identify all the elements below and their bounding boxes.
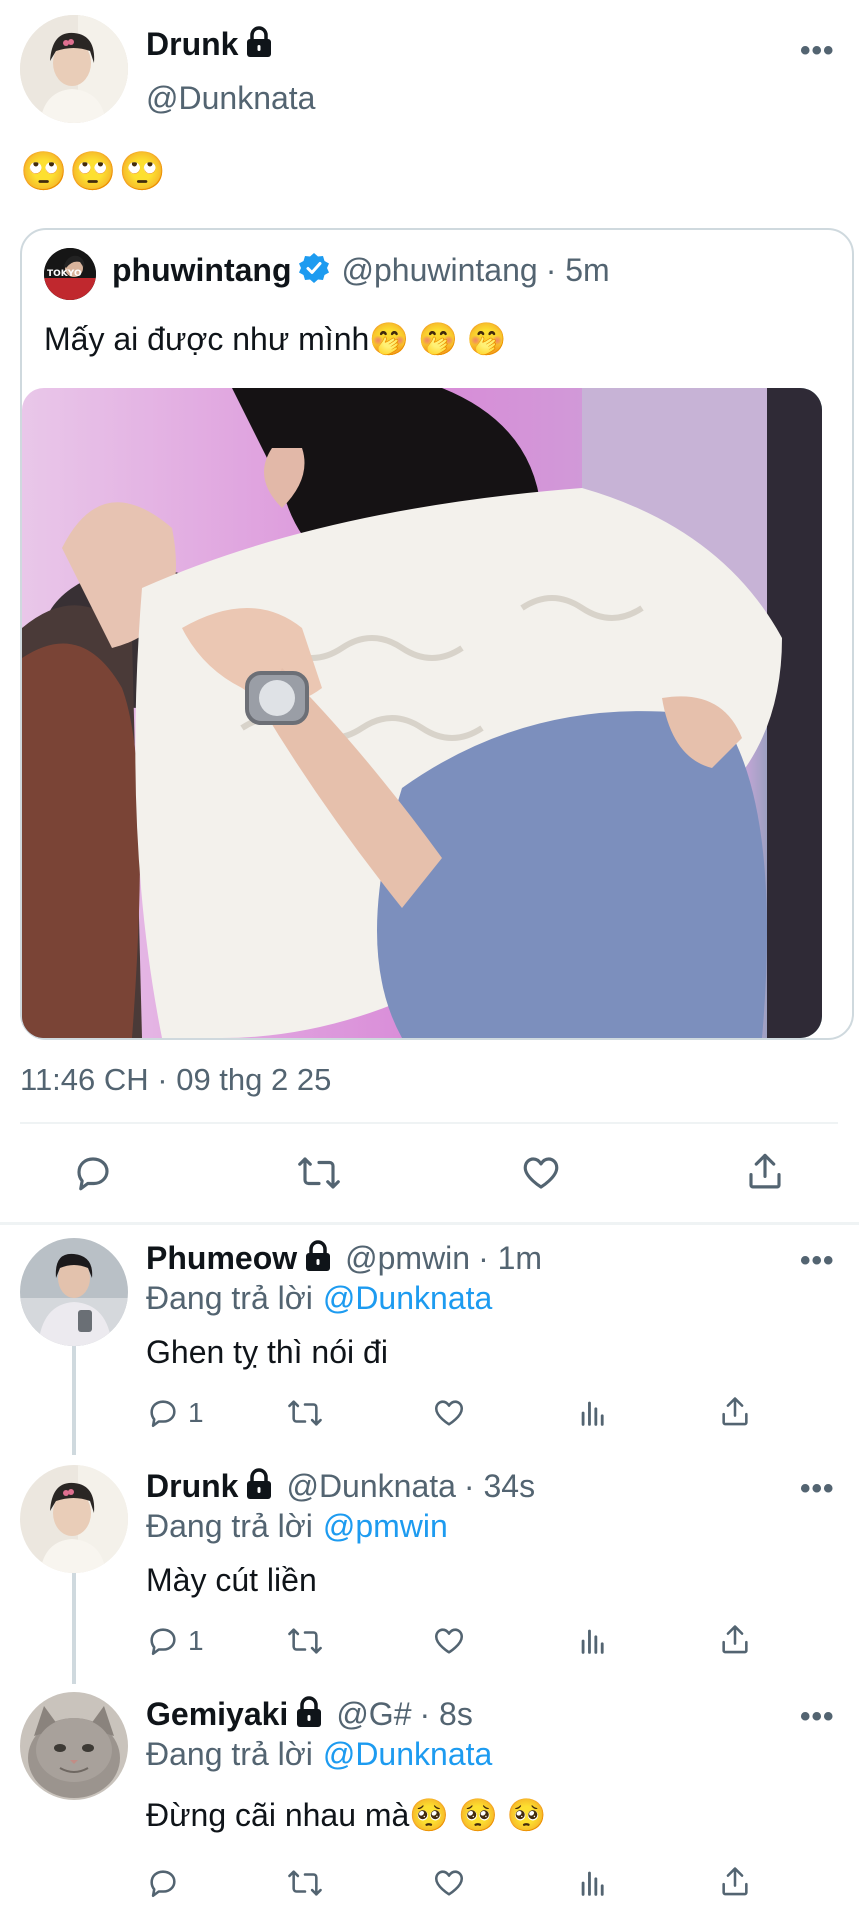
- avatar[interactable]: [20, 1465, 128, 1573]
- lock-icon: [294, 1696, 324, 1733]
- lock-icon: [244, 1468, 274, 1505]
- replying-to-handle[interactable]: @Dunknata: [323, 1736, 492, 1773]
- avatar[interactable]: [20, 15, 128, 123]
- divider: [0, 1222, 859, 1225]
- thread-line: [72, 1572, 76, 1684]
- display-name[interactable]: Drunk: [146, 1468, 238, 1505]
- divider: [20, 1122, 838, 1124]
- retweet-icon[interactable]: [286, 1624, 324, 1658]
- tweet-time: · 1m: [478, 1240, 543, 1276]
- replying-to-handle[interactable]: @Dunknata: [323, 1280, 492, 1317]
- reply-icon[interactable]: [72, 1152, 114, 1194]
- tweet-timestamp: 11:46 CH · 09 thg 2 25: [20, 1062, 332, 1097]
- reply-count: 1: [188, 1625, 204, 1656]
- quoted-time: · 5m: [545, 252, 610, 288]
- quoted-media-image[interactable]: [22, 388, 822, 1038]
- reply-action[interactable]: 1: [146, 1396, 204, 1430]
- tweet-text: 🙄🙄🙄: [20, 151, 168, 193]
- more-options-icon[interactable]: •••: [800, 1472, 835, 1506]
- retweet-icon[interactable]: [286, 1866, 324, 1900]
- like-icon[interactable]: [432, 1624, 466, 1658]
- display-name[interactable]: Phumeow: [146, 1240, 297, 1277]
- replying-to-handle[interactable]: @pmwin: [323, 1508, 448, 1545]
- views-icon[interactable]: [576, 1624, 610, 1658]
- reply-icon[interactable]: [146, 1396, 180, 1430]
- like-icon[interactable]: [432, 1866, 466, 1900]
- avatar[interactable]: [20, 1238, 128, 1346]
- views-icon[interactable]: [576, 1866, 610, 1900]
- retweet-icon[interactable]: [286, 1396, 324, 1430]
- lock-icon: [244, 26, 274, 63]
- tweet-text: Mày cút liền: [146, 1562, 317, 1598]
- views-icon[interactable]: [576, 1396, 610, 1430]
- more-options-icon[interactable]: •••: [800, 34, 835, 68]
- reply-icon[interactable]: [146, 1624, 180, 1658]
- more-options-icon[interactable]: •••: [800, 1244, 835, 1278]
- quoted-avatar-text: TOKYO: [47, 269, 82, 279]
- share-icon[interactable]: [718, 1864, 752, 1900]
- avatar[interactable]: [20, 1692, 128, 1800]
- reply-action[interactable]: [146, 1866, 188, 1900]
- quoted-display-name[interactable]: phuwintang: [112, 252, 292, 289]
- verified-badge-icon: [298, 252, 330, 289]
- tweet-text: Đừng cãi nhau mà🥺 🥺 🥺: [146, 1797, 547, 1833]
- thread-line: [72, 1345, 76, 1455]
- handle[interactable]: @Dunknata: [286, 1468, 455, 1505]
- replying-to-label: Đang trả lời: [146, 1736, 313, 1772]
- handle[interactable]: @Dunknata: [146, 80, 315, 117]
- reply-count: 1: [188, 1397, 204, 1428]
- quoted-avatar[interactable]: TOKYO: [44, 248, 96, 300]
- quoted-tweet[interactable]: TOKYO phuwintang @phuwintang · 5m Mấy ai…: [20, 228, 854, 1040]
- tweet-text: Ghen tỵ thì nói đi: [146, 1334, 388, 1370]
- share-icon[interactable]: [718, 1622, 752, 1658]
- lock-icon: [303, 1240, 333, 1277]
- like-icon[interactable]: [520, 1152, 562, 1194]
- reply-icon[interactable]: [146, 1866, 180, 1900]
- replying-to-label: Đang trả lời: [146, 1280, 313, 1316]
- display-name[interactable]: Gemiyaki: [146, 1696, 288, 1733]
- quoted-handle[interactable]: @phuwintang: [342, 252, 538, 289]
- share-icon[interactable]: [744, 1150, 786, 1194]
- handle[interactable]: @G#: [336, 1696, 411, 1733]
- share-icon[interactable]: [718, 1394, 752, 1430]
- display-name[interactable]: Drunk: [146, 26, 238, 63]
- quoted-text: Mấy ai được như mình🤭 🤭 🤭: [44, 321, 507, 357]
- retweet-icon[interactable]: [296, 1152, 342, 1194]
- more-options-icon[interactable]: •••: [800, 1700, 835, 1734]
- tweet-time: · 34s: [463, 1468, 536, 1504]
- like-icon[interactable]: [432, 1396, 466, 1430]
- handle[interactable]: @pmwin: [345, 1240, 470, 1277]
- tweet-time: · 8s: [419, 1696, 473, 1732]
- replying-to-label: Đang trả lời: [146, 1508, 313, 1544]
- reply-action[interactable]: 1: [146, 1624, 204, 1658]
